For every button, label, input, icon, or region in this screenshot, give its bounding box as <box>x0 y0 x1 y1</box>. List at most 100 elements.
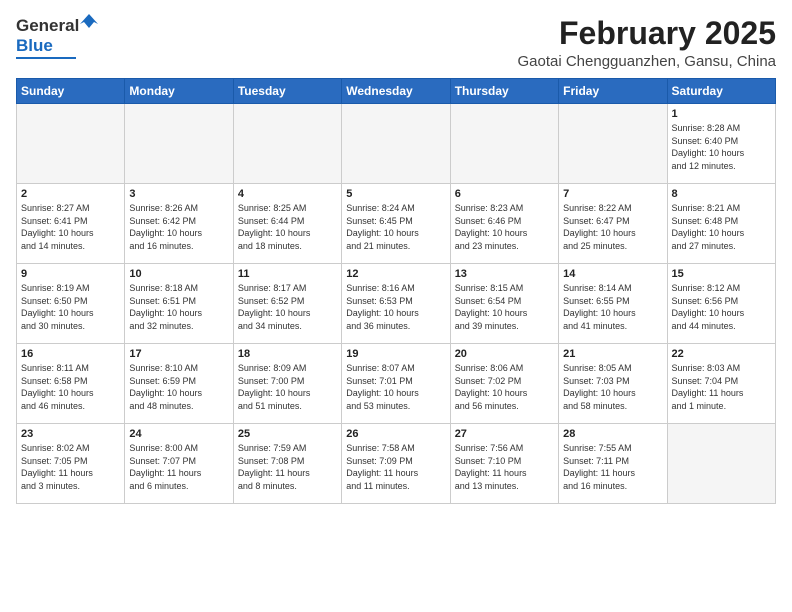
calendar-cell: 15 Sunrise: 8:12 AM Sunset: 6:56 PM Dayli… <box>667 264 775 344</box>
day-info: Sunrise: 8:28 AM Sunset: 6:40 PM Dayligh… <box>672 122 771 172</box>
day-number: 4 <box>238 188 337 200</box>
weekday-header-thursday: Thursday <box>450 79 558 104</box>
day-number: 17 <box>129 348 228 360</box>
calendar-cell <box>233 104 341 184</box>
calendar-cell: 1 Sunrise: 8:28 AM Sunset: 6:40 PM Daylig… <box>667 104 775 184</box>
logo-general-text: General <box>16 16 79 36</box>
day-info: Sunrise: 8:10 AM Sunset: 6:59 PM Dayligh… <box>129 362 228 412</box>
day-info: Sunrise: 8:27 AM Sunset: 6:41 PM Dayligh… <box>21 202 120 252</box>
day-number: 7 <box>563 188 662 200</box>
calendar-cell: 23Sunrise: 8:02 AM Sunset: 7:05 PM Dayli… <box>17 424 125 504</box>
calendar-cell: 26 Sunrise: 7:58 AM Sunset: 7:09 PM Dayli… <box>342 424 450 504</box>
calendar-cell: 25Sunrise: 7:59 AM Sunset: 7:08 PM Dayli… <box>233 424 341 504</box>
day-number: 26 <box>346 428 445 440</box>
day-number: 15 <box>672 268 771 280</box>
weekday-header-row: SundayMondayTuesdayWednesdayThursdayFrid… <box>17 79 776 104</box>
day-info: Sunrise: 8:12 AM Sunset: 6:56 PM Dayligh… <box>672 282 771 332</box>
location-subtitle: Gaotai Chengguanzhen, Gansu, China <box>517 53 776 70</box>
calendar-cell <box>342 104 450 184</box>
calendar-cell: 27 Sunrise: 7:56 AM Sunset: 7:10 PM Dayli… <box>450 424 558 504</box>
calendar-cell <box>667 424 775 504</box>
logo-underline <box>16 57 76 59</box>
day-info: Sunrise: 8:03 AM Sunset: 7:04 PM Dayligh… <box>672 362 771 412</box>
calendar-cell: 7 Sunrise: 8:22 AM Sunset: 6:47 PM Daylig… <box>559 184 667 264</box>
day-info: Sunrise: 8:17 AM Sunset: 6:52 PM Dayligh… <box>238 282 337 332</box>
day-number: 9 <box>21 268 120 280</box>
day-number: 28 <box>563 428 662 440</box>
calendar-cell: 8 Sunrise: 8:21 AM Sunset: 6:48 PM Daylig… <box>667 184 775 264</box>
calendar-cell <box>450 104 558 184</box>
day-info: Sunrise: 8:26 AM Sunset: 6:42 PM Dayligh… <box>129 202 228 252</box>
day-number: 19 <box>346 348 445 360</box>
calendar-cell: 18Sunrise: 8:09 AM Sunset: 7:00 PM Dayli… <box>233 344 341 424</box>
day-info: Sunrise: 8:00 AM Sunset: 7:07 PM Dayligh… <box>129 442 228 492</box>
day-info: Sunrise: 8:23 AM Sunset: 6:46 PM Dayligh… <box>455 202 554 252</box>
day-info: Sunrise: 8:18 AM Sunset: 6:51 PM Dayligh… <box>129 282 228 332</box>
calendar-cell: 11 Sunrise: 8:17 AM Sunset: 6:52 PM Dayli… <box>233 264 341 344</box>
day-info: Sunrise: 8:15 AM Sunset: 6:54 PM Dayligh… <box>455 282 554 332</box>
calendar-cell: 10 Sunrise: 8:18 AM Sunset: 6:51 PM Dayli… <box>125 264 233 344</box>
weekday-header-sunday: Sunday <box>17 79 125 104</box>
day-number: 27 <box>455 428 554 440</box>
weekday-header-tuesday: Tuesday <box>233 79 341 104</box>
calendar-table: SundayMondayTuesdayWednesdayThursdayFrid… <box>16 78 776 504</box>
day-number: 22 <box>672 348 771 360</box>
calendar-cell: 24 Sunrise: 8:00 AM Sunset: 7:07 PM Dayli… <box>125 424 233 504</box>
day-info: Sunrise: 7:58 AM Sunset: 7:09 PM Dayligh… <box>346 442 445 492</box>
calendar-cell: 21 Sunrise: 8:05 AM Sunset: 7:03 PM Dayli… <box>559 344 667 424</box>
day-number: 8 <box>672 188 771 200</box>
logo-blue-text: Blue <box>16 36 53 55</box>
day-info: Sunrise: 8:25 AM Sunset: 6:44 PM Dayligh… <box>238 202 337 252</box>
week-row-3: 9 Sunrise: 8:19 AM Sunset: 6:50 PM Daylig… <box>17 264 776 344</box>
day-number: 24 <box>129 428 228 440</box>
title-block: February 2025 Gaotai Chengguanzhen, Gans… <box>517 16 776 70</box>
day-info: Sunrise: 8:19 AM Sunset: 6:50 PM Dayligh… <box>21 282 120 332</box>
calendar-cell: 3 Sunrise: 8:26 AM Sunset: 6:42 PM Daylig… <box>125 184 233 264</box>
calendar-cell: 9 Sunrise: 8:19 AM Sunset: 6:50 PM Daylig… <box>17 264 125 344</box>
day-number: 13 <box>455 268 554 280</box>
day-number: 3 <box>129 188 228 200</box>
day-info: Sunrise: 7:56 AM Sunset: 7:10 PM Dayligh… <box>455 442 554 492</box>
day-number: 1 <box>672 108 771 120</box>
month-title: February 2025 <box>517 16 776 51</box>
day-number: 18 <box>238 348 337 360</box>
week-row-5: 23Sunrise: 8:02 AM Sunset: 7:05 PM Dayli… <box>17 424 776 504</box>
day-number: 14 <box>563 268 662 280</box>
logo-bird-icon <box>80 14 98 32</box>
weekday-header-monday: Monday <box>125 79 233 104</box>
day-number: 12 <box>346 268 445 280</box>
calendar-cell: 20 Sunrise: 8:06 AM Sunset: 7:02 PM Dayli… <box>450 344 558 424</box>
weekday-header-friday: Friday <box>559 79 667 104</box>
day-info: Sunrise: 7:59 AM Sunset: 7:08 PM Dayligh… <box>238 442 337 492</box>
day-number: 10 <box>129 268 228 280</box>
day-info: Sunrise: 8:22 AM Sunset: 6:47 PM Dayligh… <box>563 202 662 252</box>
calendar-cell <box>125 104 233 184</box>
day-info: Sunrise: 8:16 AM Sunset: 6:53 PM Dayligh… <box>346 282 445 332</box>
week-row-1: 1 Sunrise: 8:28 AM Sunset: 6:40 PM Daylig… <box>17 104 776 184</box>
calendar-cell: 22 Sunrise: 8:03 AM Sunset: 7:04 PM Dayli… <box>667 344 775 424</box>
day-number: 2 <box>21 188 120 200</box>
calendar-cell: 28 Sunrise: 7:55 AM Sunset: 7:11 PM Dayli… <box>559 424 667 504</box>
day-info: Sunrise: 8:05 AM Sunset: 7:03 PM Dayligh… <box>563 362 662 412</box>
logo: General Blue <box>16 16 98 59</box>
calendar-cell: 19 Sunrise: 8:07 AM Sunset: 7:01 PM Dayli… <box>342 344 450 424</box>
day-number: 5 <box>346 188 445 200</box>
day-number: 20 <box>455 348 554 360</box>
calendar-cell <box>559 104 667 184</box>
day-info: Sunrise: 8:07 AM Sunset: 7:01 PM Dayligh… <box>346 362 445 412</box>
day-info: Sunrise: 8:02 AM Sunset: 7:05 PM Dayligh… <box>21 442 120 492</box>
day-info: Sunrise: 8:21 AM Sunset: 6:48 PM Dayligh… <box>672 202 771 252</box>
calendar-cell: 12 Sunrise: 8:16 AM Sunset: 6:53 PM Dayli… <box>342 264 450 344</box>
day-info: Sunrise: 7:55 AM Sunset: 7:11 PM Dayligh… <box>563 442 662 492</box>
day-number: 21 <box>563 348 662 360</box>
day-info: Sunrise: 8:06 AM Sunset: 7:02 PM Dayligh… <box>455 362 554 412</box>
day-info: Sunrise: 8:11 AM Sunset: 6:58 PM Dayligh… <box>21 362 120 412</box>
day-number: 16 <box>21 348 120 360</box>
calendar-cell: 4 Sunrise: 8:25 AM Sunset: 6:44 PM Daylig… <box>233 184 341 264</box>
day-number: 11 <box>238 268 337 280</box>
calendar-cell <box>17 104 125 184</box>
calendar-cell: 16 Sunrise: 8:11 AM Sunset: 6:58 PM Dayli… <box>17 344 125 424</box>
day-info: Sunrise: 8:14 AM Sunset: 6:55 PM Dayligh… <box>563 282 662 332</box>
day-info: Sunrise: 8:24 AM Sunset: 6:45 PM Dayligh… <box>346 202 445 252</box>
calendar-cell: 17 Sunrise: 8:10 AM Sunset: 6:59 PM Dayli… <box>125 344 233 424</box>
